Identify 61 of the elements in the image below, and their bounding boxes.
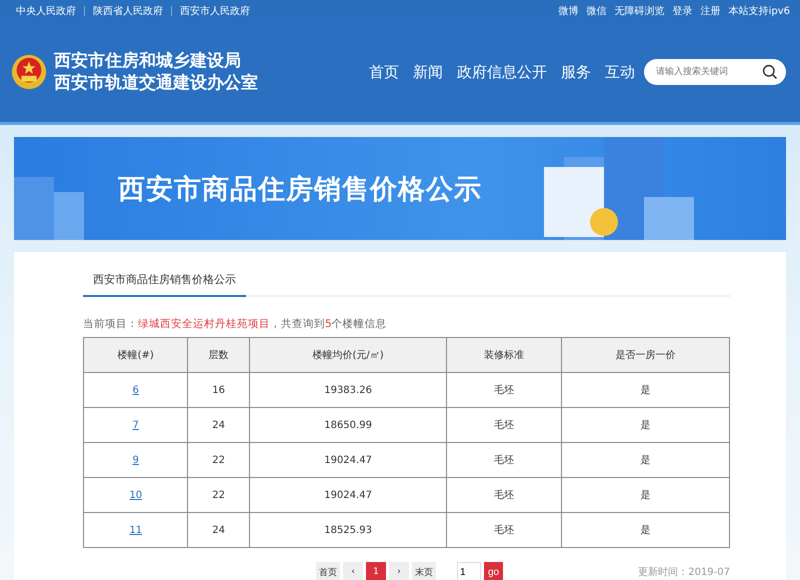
table-cell: 24 xyxy=(212,524,225,536)
building-link[interactable]: 9 xyxy=(132,454,139,466)
buildings-drawing xyxy=(14,177,84,240)
building-link[interactable]: 10 xyxy=(129,490,142,500)
search-field[interactable]: 请输入搜索关键词 xyxy=(644,59,786,85)
search-icon[interactable] xyxy=(762,64,778,80)
table-cell: 是 xyxy=(640,525,651,536)
prev-page-button[interactable]: ‹ xyxy=(343,562,363,580)
nav-link[interactable]: 服务 xyxy=(561,62,591,82)
table-cell: 22 xyxy=(212,490,225,500)
site-title: 西安市住房和城乡建设局 xyxy=(54,50,242,72)
table-cell: 毛坯 xyxy=(494,385,514,396)
table-cell: 19024.47 xyxy=(324,454,372,466)
top-link[interactable]: 无障碍浏览 xyxy=(614,4,665,18)
site-title: 西安市轨道交通建设办公室 xyxy=(54,72,259,94)
next-page-button[interactable]: › xyxy=(389,562,409,580)
top-link[interactable]: 陕西省人民政府 xyxy=(93,4,163,18)
building-link[interactable]: 11 xyxy=(129,524,142,536)
page-button[interactable]: 1 xyxy=(366,562,386,580)
table-cell: 毛坯 xyxy=(494,455,514,466)
building-link[interactable]: 6 xyxy=(132,384,139,396)
table-cell: 24 xyxy=(212,420,225,430)
last-page-button[interactable]: 末页 xyxy=(412,562,436,580)
building-link[interactable]: 7 xyxy=(132,420,139,430)
table-cell: 18650.99 xyxy=(324,420,372,430)
top-link[interactable]: 微博 xyxy=(558,4,579,18)
table-cell: 毛坯 xyxy=(494,525,514,536)
top-link[interactable]: 登录 xyxy=(672,4,693,18)
update-time: 更新时间：2019-07 xyxy=(638,566,730,579)
table-cell: 19383.26 xyxy=(324,384,372,396)
table-cell: 是 xyxy=(640,490,651,501)
top-link[interactable]: 注册 xyxy=(700,4,721,18)
nav-link[interactable]: 互动 xyxy=(605,62,635,82)
column-header: 是否一房一价 xyxy=(562,338,730,372)
table-cell: 22 xyxy=(212,454,225,466)
banner-title: 西安市商品住房销售价格公示 xyxy=(118,172,482,206)
table-cell: 18525.93 xyxy=(324,524,372,536)
page-input[interactable]: 1 xyxy=(457,562,481,580)
nav-link[interactable]: 新闻 xyxy=(413,62,443,82)
column-header: 层数 xyxy=(188,338,250,372)
table-cell: 是 xyxy=(640,385,651,396)
table-cell: 毛坯 xyxy=(494,420,514,431)
top-link[interactable]: 微信 xyxy=(586,4,607,18)
table-cell: 16 xyxy=(212,384,225,396)
column-header: 楼幢均价(元/㎡) xyxy=(249,338,447,372)
emblem-icon xyxy=(10,53,48,91)
tab[interactable]: 西安市商品住房销售价格公示 xyxy=(83,266,246,297)
top-link[interactable]: 本站支持ipv6 xyxy=(728,4,790,18)
nav-link[interactable]: 首页 xyxy=(369,62,399,82)
column-header: 楼幢(#) xyxy=(84,338,188,372)
summary-text: 当前项目：绿城西安全运村丹桂苑项目，共查询到5个楼幢信息 xyxy=(83,317,388,331)
first-page-button[interactable]: 首页 xyxy=(316,562,340,580)
nav-link[interactable]: 政府信息公开 xyxy=(457,62,547,82)
column-header: 装修标准 xyxy=(446,338,562,372)
table-cell: 是 xyxy=(640,420,651,431)
top-link[interactable]: 中央人民政府 xyxy=(16,4,76,18)
table-cell: 19024.47 xyxy=(324,490,372,500)
go-button[interactable]: go xyxy=(484,562,504,580)
table-cell: 毛坯 xyxy=(494,490,514,501)
top-link[interactable]: 西安市人民政府 xyxy=(180,4,250,18)
table-cell: 是 xyxy=(640,455,651,466)
